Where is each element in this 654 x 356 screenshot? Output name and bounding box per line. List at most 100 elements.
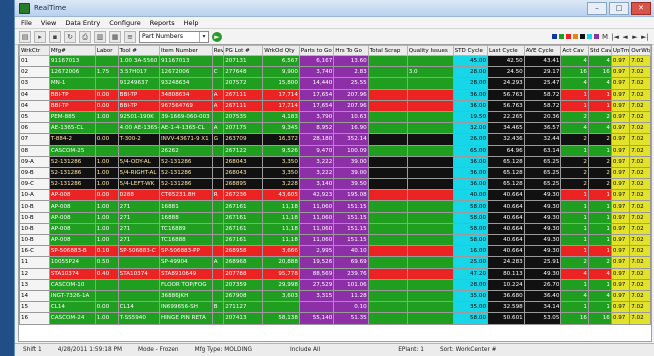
table-row[interactable]: 15 CL14 0.00 CL14 IN699656-SH B 271127 0.10 35.0…: [19, 301, 651, 314]
column-header[interactable]: Rev: [211, 45, 225, 56]
table-cell: 24.50: [487, 66, 525, 79]
table-cell: 207175: [223, 122, 264, 135]
table-row[interactable]: 01 91167013 1.00 3A-5560 91167013 207131 6,56…: [19, 54, 651, 68]
table-row[interactable]: 09-B 52-131286 1.00 5/4-RIGHT-AL 52-131286 26…: [19, 166, 651, 180]
column-header[interactable]: Item Number: [158, 45, 213, 56]
menu-help[interactable]: Help: [184, 19, 199, 27]
table-row[interactable]: 03 MN-1 91249637 93248634 207572 15,800 14,440…: [19, 77, 651, 90]
table-row[interactable]: 14 INGT-7326-1A 36886JKH 267908 3,603 3,315 11…: [19, 289, 651, 303]
table-cell: 268043: [223, 155, 264, 168]
chart-icon[interactable]: ▥: [94, 30, 106, 43]
color-swatch-black[interactable]: [580, 34, 585, 39]
color-swatch-orange[interactable]: [573, 34, 578, 39]
menu-data-entry[interactable]: Data Entry: [65, 19, 100, 27]
menu-file[interactable]: File: [21, 19, 32, 27]
table-cell: [367, 267, 408, 280]
table-cell: 0.97: [610, 312, 631, 325]
table-row[interactable]: 12 STA10374 0.40 STA10374 STA8910649 207788 95…: [19, 267, 651, 280]
column-header[interactable]: AVE Cycle: [523, 45, 562, 56]
table-cell: [117, 278, 160, 291]
column-header[interactable]: Tool #: [117, 45, 160, 56]
table-cell: 1: [560, 211, 589, 224]
save-icon[interactable]: ▪: [49, 30, 61, 43]
table-row[interactable]: 08 CASCOM-25 26262 267122 9,526 9,470 100.09 65…: [19, 144, 651, 157]
next-icon[interactable]: ►: [631, 33, 639, 41]
column-header[interactable]: Hrs To Go: [333, 45, 369, 56]
table-cell: 352.14: [333, 133, 369, 146]
print-icon[interactable]: ⎙: [79, 30, 91, 43]
table-row[interactable]: 10-A AP-008 0.00 0288 CT65231.8H R 267236 43,60…: [19, 189, 651, 202]
first-icon[interactable]: |◄: [611, 33, 619, 41]
table-cell: [367, 178, 408, 191]
table-cell: 51.35: [333, 312, 369, 325]
table-cell: 16,372: [262, 133, 300, 146]
menu-reports[interactable]: Reports: [150, 19, 175, 27]
open-icon[interactable]: ▸: [34, 30, 46, 43]
list-icon[interactable]: ≡: [124, 30, 136, 43]
last-icon[interactable]: ►|: [641, 33, 649, 41]
table-cell: 0.10: [94, 245, 119, 258]
column-header[interactable]: Act Cav: [560, 45, 589, 56]
maximize-button[interactable]: □: [609, 1, 629, 15]
table-cell: PEM-885: [48, 110, 96, 124]
column-header[interactable]: Labor: [94, 45, 119, 56]
refresh-icon[interactable]: ↻: [64, 30, 76, 43]
table-row[interactable]: 06AE-1365-CL 4.00 AE-1365-CLAE-1-4-1365-C…: [19, 122, 651, 135]
table-cell: 36.00: [452, 99, 489, 112]
color-swatch-purple[interactable]: [594, 34, 599, 39]
table-row[interactable]: 11 10055P24 0.50 SP-49904 A 268968 20,888 19,52…: [19, 256, 651, 269]
play-icon[interactable]: ►: [212, 31, 222, 42]
table-row[interactable]: 16-C SP-506883-B 0.10 SP-506883-C SP-506883-…: [19, 245, 651, 258]
close-button[interactable]: ✕: [631, 1, 651, 15]
color-swatch-red[interactable]: [566, 34, 571, 39]
table-row[interactable]: 10-B AP-008 1.00 271 16888 267161 11,18 11,060 1…: [19, 211, 651, 224]
grid-icon[interactable]: ▦: [109, 30, 121, 43]
column-header[interactable]: Std Cav: [587, 45, 612, 56]
column-header[interactable]: UpTm: [610, 45, 631, 56]
table-cell: 34.465: [487, 122, 525, 135]
table-cell: [211, 54, 225, 68]
column-header[interactable]: OvrWtg: [629, 45, 651, 56]
table-row[interactable]: 13 CASCOM-10 FLOOR TOP/FOG 207359 29,998 27,5…: [19, 278, 651, 291]
work-center-grid[interactable]: WrkCtr Mfg# Labor Tool # Item Number Rev PG Lo…: [18, 44, 652, 342]
color-swatch-cyan[interactable]: [587, 34, 592, 39]
color-swatch-blue[interactable]: [552, 34, 557, 39]
column-header[interactable]: Quality Issues: [406, 45, 454, 56]
table-row[interactable]: 02 12672006 1.75 3.57H017 12672006 C 277648 9,9…: [19, 66, 651, 79]
table-cell: [94, 122, 119, 135]
table-row[interactable]: 04 BBI-TP 0.00 BBI-TP 967564769 A 267111 17,714…: [19, 99, 651, 112]
column-header[interactable]: WrkOd Qty: [262, 45, 300, 56]
folder-icon[interactable]: ▤: [19, 30, 31, 43]
table-row[interactable]: 07 T-884-2 0.00 T-300-2 INVV-43671-9 X1 G 2637…: [19, 133, 651, 146]
column-header[interactable]: Total Scrap: [367, 45, 408, 56]
table-row[interactable]: 10-B AP-008 1.00 271 16881 267161 11,18 11,060 1…: [19, 200, 651, 213]
color-swatch-green[interactable]: [559, 34, 564, 39]
column-header[interactable]: PG Lot #: [223, 45, 264, 56]
table-cell: 49.30: [523, 233, 562, 247]
prev-icon[interactable]: ◄: [621, 33, 629, 41]
part-number-select[interactable]: Part Numbers ▾: [139, 30, 209, 43]
table-row[interactable]: 16 CASCOM-24 1.00 T-SS5940 HINGE PIN RETA 207…: [19, 312, 651, 325]
table-cell: A: [211, 122, 225, 135]
column-header[interactable]: Last Cycle: [487, 45, 525, 56]
table-row[interactable]: 05 PEM-885 1.00 92501-190K 39-1669-060-003 20…: [19, 110, 651, 124]
column-header[interactable]: Parts to Go: [298, 45, 335, 56]
minimize-button[interactable]: –: [587, 1, 607, 15]
table-row[interactable]: 09-C 52-131286 1.00 5/4-LEFT-WK 52-131286 268…: [19, 178, 651, 191]
table-row[interactable]: 10-B AP-008 1.00 271 TC16888 267161 11,18 11,06…: [19, 233, 651, 247]
table-row[interactable]: 10-B AP-008 1.00 271 TC16889 267161 11,18 11,06…: [19, 222, 651, 236]
toolbar-m-button[interactable]: M: [601, 33, 609, 41]
table-row[interactable]: 04 BBI-TP 0.00 BBI-TP 34808634 A 267111 17,714 1…: [19, 88, 651, 101]
menu-view[interactable]: View: [41, 19, 56, 27]
table-row[interactable]: 09-A 52-131286 1.00 5/4-ODY-AL 52-131286 2680…: [19, 155, 651, 168]
table-cell: 0.97: [610, 88, 631, 101]
table-cell: 4,183: [262, 110, 300, 124]
table-cell: 88,569: [298, 267, 335, 280]
table-cell: 24.283: [487, 256, 525, 269]
column-header[interactable]: STD Cycle: [452, 45, 489, 56]
menu-configure[interactable]: Configure: [109, 19, 141, 27]
column-header[interactable]: Mfg#: [48, 45, 96, 56]
table-cell: 39.00: [333, 166, 369, 180]
column-header[interactable]: WrkCtr: [19, 45, 50, 56]
table-cell: [211, 267, 225, 280]
